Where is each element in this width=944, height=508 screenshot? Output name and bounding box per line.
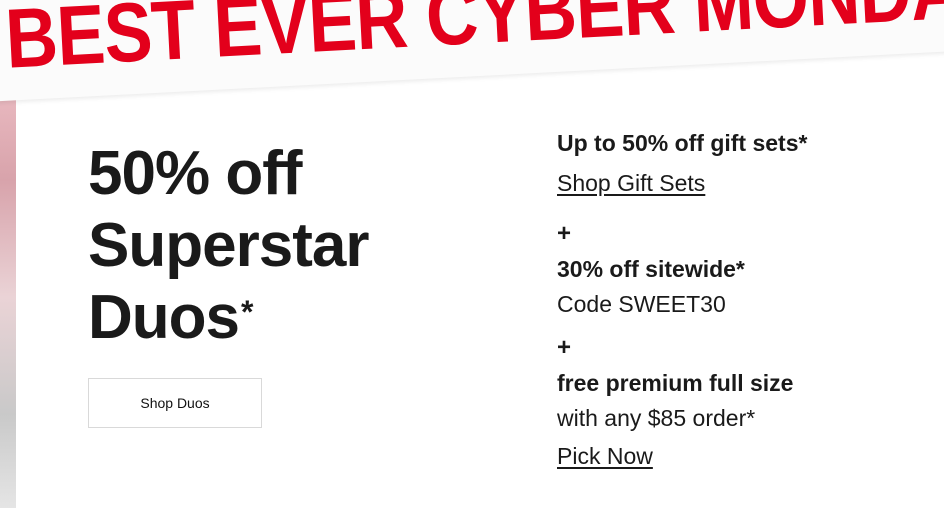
pick-now-link[interactable]: Pick Now bbox=[557, 443, 653, 470]
offer-sitewide-title: 30% off sitewide* bbox=[557, 256, 745, 282]
headline-asterisk: * bbox=[241, 294, 253, 330]
plus-separator-1: + bbox=[557, 220, 572, 247]
headline-line-3: Duos* bbox=[88, 282, 468, 354]
offer-gift-sets-title: Up to 50% off gift sets* bbox=[557, 130, 808, 156]
offer-full-size-detail: with any $85 order* bbox=[557, 405, 756, 431]
headline-line-1: 50% off bbox=[88, 139, 302, 208]
shop-duos-button[interactable]: Shop Duos bbox=[88, 378, 262, 428]
background-left-edge bbox=[0, 40, 16, 508]
promo-headline: 50% off Superstar Duos* bbox=[88, 138, 468, 354]
headline-line-2: Superstar bbox=[88, 211, 369, 280]
headline-duos: Duos bbox=[88, 283, 240, 352]
shop-gift-sets-link[interactable]: Shop Gift Sets bbox=[557, 170, 705, 197]
plus-separator-2: + bbox=[557, 334, 572, 361]
promo-code-text: Code SWEET30 bbox=[557, 291, 726, 317]
offer-full-size-title: free premium full size bbox=[557, 370, 794, 396]
